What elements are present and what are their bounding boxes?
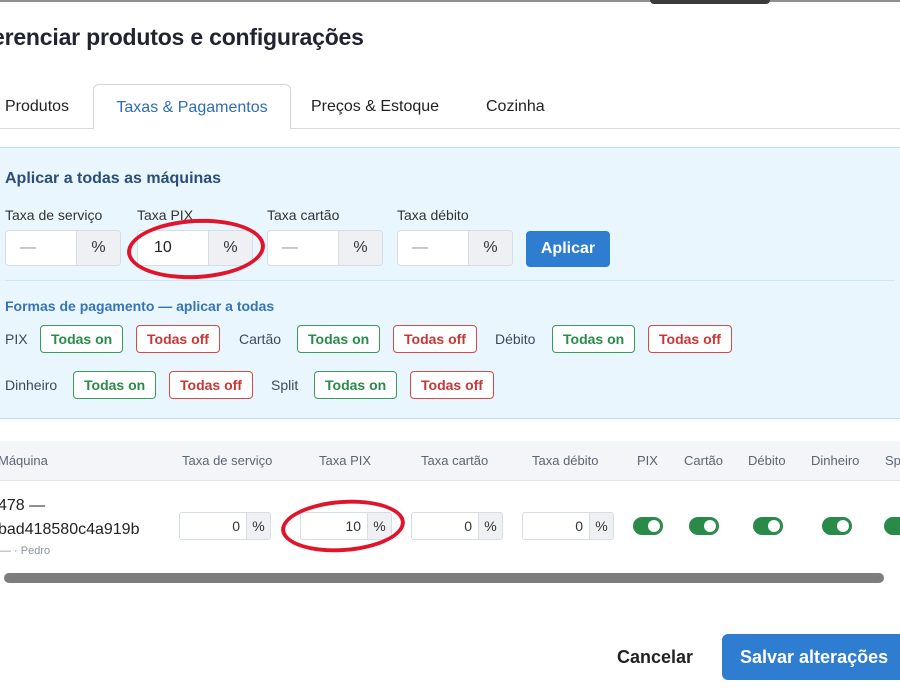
tab-precos-estoque[interactable]: Preços & Estoque — [311, 84, 439, 129]
row-taxa-servico-input[interactable]: 0 — [180, 513, 246, 539]
pix-toggle[interactable] — [633, 517, 663, 535]
pm-label-split: Split — [271, 377, 299, 393]
col-dinheiro: Dinheiro — [811, 453, 860, 468]
cartao-toggle[interactable] — [689, 517, 719, 535]
taxa-cartao-field[interactable]: — % — [267, 230, 383, 266]
toggle-knob — [704, 520, 716, 532]
percent-addon: % — [76, 231, 120, 265]
apply-button[interactable]: Aplicar — [526, 231, 610, 267]
apply-all-panel: Aplicar a todas as máquinas Taxa de serv… — [0, 147, 900, 419]
row-taxa-pix-field[interactable]: 10 % — [300, 512, 392, 540]
toggle-knob — [648, 520, 660, 532]
taxa-pix-input[interactable]: 10 — [138, 231, 208, 265]
split-toggle[interactable] — [884, 517, 900, 535]
split-all-on-button[interactable]: Todas on — [314, 371, 398, 399]
taxa-cartao-input[interactable]: — — [268, 231, 338, 265]
taxa-debito-input[interactable]: — — [398, 231, 468, 265]
pm-label-pix: PIX — [5, 331, 28, 347]
row-taxa-cartao-field[interactable]: 0 % — [411, 512, 503, 540]
payment-methods-title: Formas de pagamento — aplicar a todas — [5, 298, 275, 314]
pix-all-off-button[interactable]: Todas off — [136, 325, 220, 353]
row-taxa-servico-field[interactable]: 0 % — [179, 512, 271, 540]
col-split: Sp — [885, 453, 900, 468]
col-cartao: Cartão — [684, 453, 724, 468]
tab-taxas-pagamentos[interactable]: Taxas & Pagamentos — [93, 84, 291, 130]
toggle-knob — [837, 520, 849, 532]
pm-label-dinheiro: Dinheiro — [5, 377, 58, 393]
tab-bar: Produtos Taxas & Pagamentos Preços & Est… — [0, 84, 900, 130]
taxa-pix-label: Taxa PIX — [137, 207, 194, 223]
machine-owner: — · Pedro — [0, 545, 51, 557]
col-taxa-cartao: Taxa cartão — [421, 453, 489, 468]
machine-serial: bad418580c4a919b — [0, 521, 140, 538]
cancel-button[interactable]: Cancelar — [600, 636, 710, 678]
row-taxa-debito-input[interactable]: 0 — [523, 513, 589, 539]
split-all-off-button[interactable]: Todas off — [410, 371, 494, 399]
percent-addon: % — [367, 513, 391, 539]
debito-all-off-button[interactable]: Todas off — [648, 325, 732, 353]
cartao-all-off-button[interactable]: Todas off — [393, 325, 477, 353]
col-taxa-servico: Taxa de serviço — [182, 453, 273, 468]
taxa-servico-label: Taxa de serviço — [5, 207, 103, 223]
col-pix: PIX — [637, 453, 658, 468]
taxa-pix-field[interactable]: 10 % — [137, 230, 253, 266]
debito-all-on-button[interactable]: Todas on — [552, 325, 636, 353]
col-debito: Débito — [748, 453, 786, 468]
col-taxa-pix: Taxa PIX — [319, 453, 372, 468]
save-button[interactable]: Salvar alterações — [722, 634, 900, 680]
machine-id: 478 — — [0, 497, 46, 514]
taxa-debito-field[interactable]: — % — [397, 230, 513, 266]
dinheiro-toggle[interactable] — [822, 517, 852, 535]
table-header: Máquina Taxa de serviço Taxa PIX Taxa ca… — [0, 441, 900, 481]
percent-addon: % — [478, 513, 502, 539]
apply-all-title: Aplicar a todas as máquinas — [5, 170, 222, 187]
horizontal-scrollbar-thumb[interactable] — [4, 573, 884, 583]
toggle-knob — [768, 520, 780, 532]
dinheiro-all-off-button[interactable]: Todas off — [169, 371, 253, 399]
page-title: erenciar produtos e configurações — [0, 24, 364, 50]
row-taxa-pix-input[interactable]: 10 — [301, 513, 367, 539]
tab-produtos[interactable]: Produtos — [5, 84, 69, 129]
row-taxa-cartao-input[interactable]: 0 — [412, 513, 478, 539]
taxa-debito-label: Taxa débito — [397, 207, 469, 223]
pm-label-debito: Débito — [495, 331, 536, 347]
tab-cozinha[interactable]: Cozinha — [486, 84, 545, 129]
panel-divider — [5, 280, 895, 281]
taxa-servico-input[interactable]: — — [6, 231, 76, 265]
percent-addon: % — [338, 231, 382, 265]
percent-addon: % — [468, 231, 512, 265]
dinheiro-all-on-button[interactable]: Todas on — [73, 371, 157, 399]
taxa-servico-field[interactable]: — % — [5, 230, 121, 266]
pix-all-on-button[interactable]: Todas on — [40, 325, 124, 353]
percent-addon: % — [589, 513, 613, 539]
col-maquina: Máquina — [0, 453, 48, 468]
debito-toggle[interactable] — [753, 517, 783, 535]
row-taxa-debito-field[interactable]: 0 % — [522, 512, 614, 540]
percent-addon: % — [246, 513, 270, 539]
cartao-all-on-button[interactable]: Todas on — [297, 325, 381, 353]
pm-label-cartao: Cartão — [239, 331, 282, 347]
taxa-cartao-label: Taxa cartão — [267, 207, 340, 223]
col-taxa-debito: Taxa débito — [532, 453, 599, 468]
window-top-accent — [650, 0, 770, 4]
percent-addon: % — [208, 231, 252, 265]
